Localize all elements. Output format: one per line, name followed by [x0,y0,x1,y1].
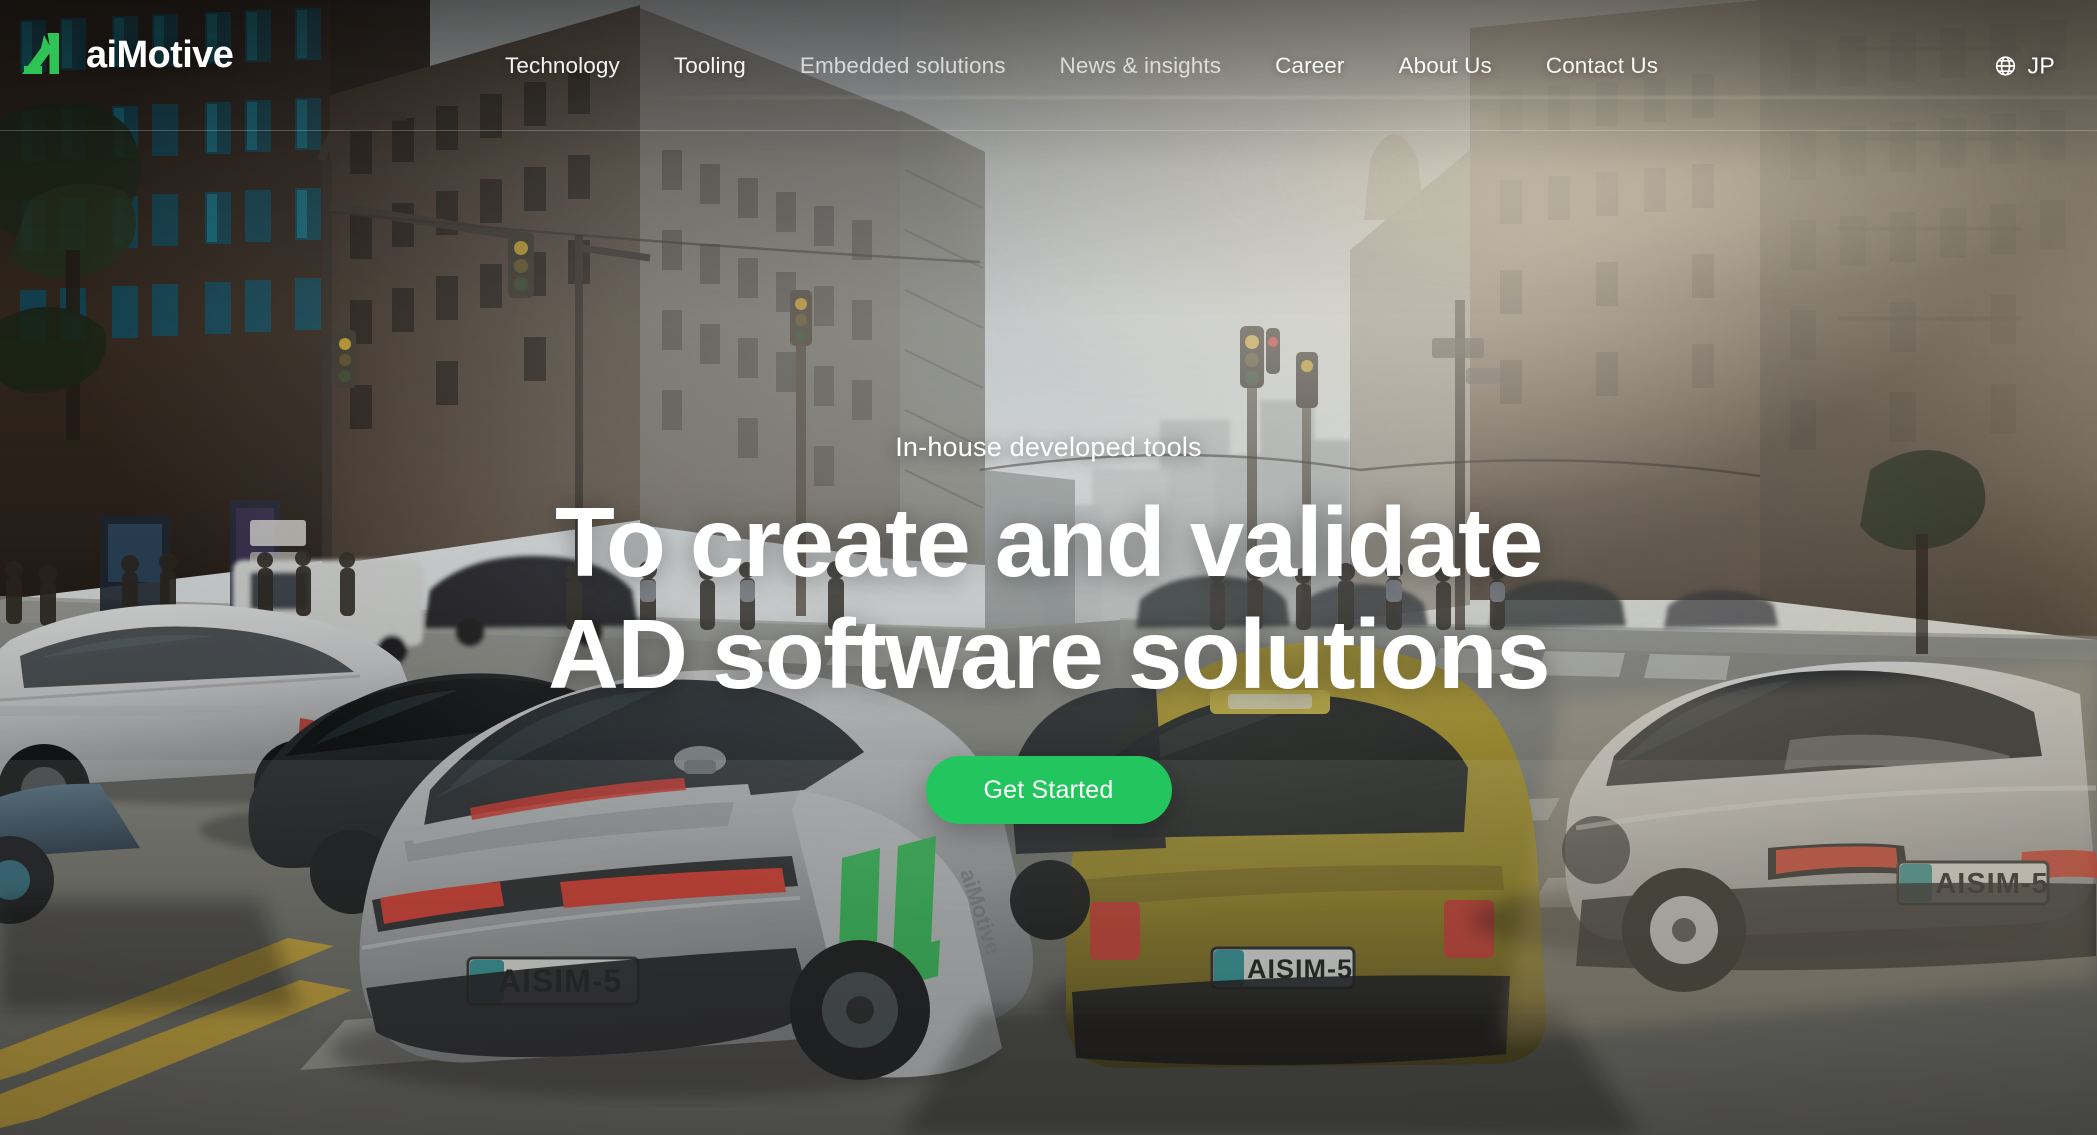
nav-item-tooling[interactable]: Tooling [674,47,746,85]
page-root: AISIM-5 aiMotive [0,0,2097,1135]
brand-logo-link[interactable]: aiMotive [20,32,234,78]
get-started-button[interactable]: Get Started [925,756,1172,825]
site-header: aiMotive Technology Tooling Embedded sol… [0,0,2097,131]
globe-icon [1995,55,2015,76]
hero-background-scene: AISIM-5 aiMotive [0,0,2097,1135]
primary-navigation: Technology Tooling Embedded solutions Ne… [505,0,2077,131]
nav-item-career[interactable]: Career [1275,47,1344,85]
nav-item-about-us[interactable]: About Us [1398,47,1491,85]
nav-item-news-insights[interactable]: News & insights [1060,47,1222,85]
nav-item-technology[interactable]: Technology [505,47,620,85]
city-street-illustration: AISIM-5 aiMotive [0,0,2097,1135]
nav-item-contact-us[interactable]: Contact Us [1546,47,1658,85]
header-divider [0,130,2097,131]
language-switcher[interactable]: JP [1994,52,2055,79]
brand-wordmark: aiMotive [86,34,234,76]
language-label: JP [2027,52,2055,78]
nav-item-embedded-solutions[interactable]: Embedded solutions [800,47,1006,85]
aimotive-logo-mark-icon [22,33,59,74]
